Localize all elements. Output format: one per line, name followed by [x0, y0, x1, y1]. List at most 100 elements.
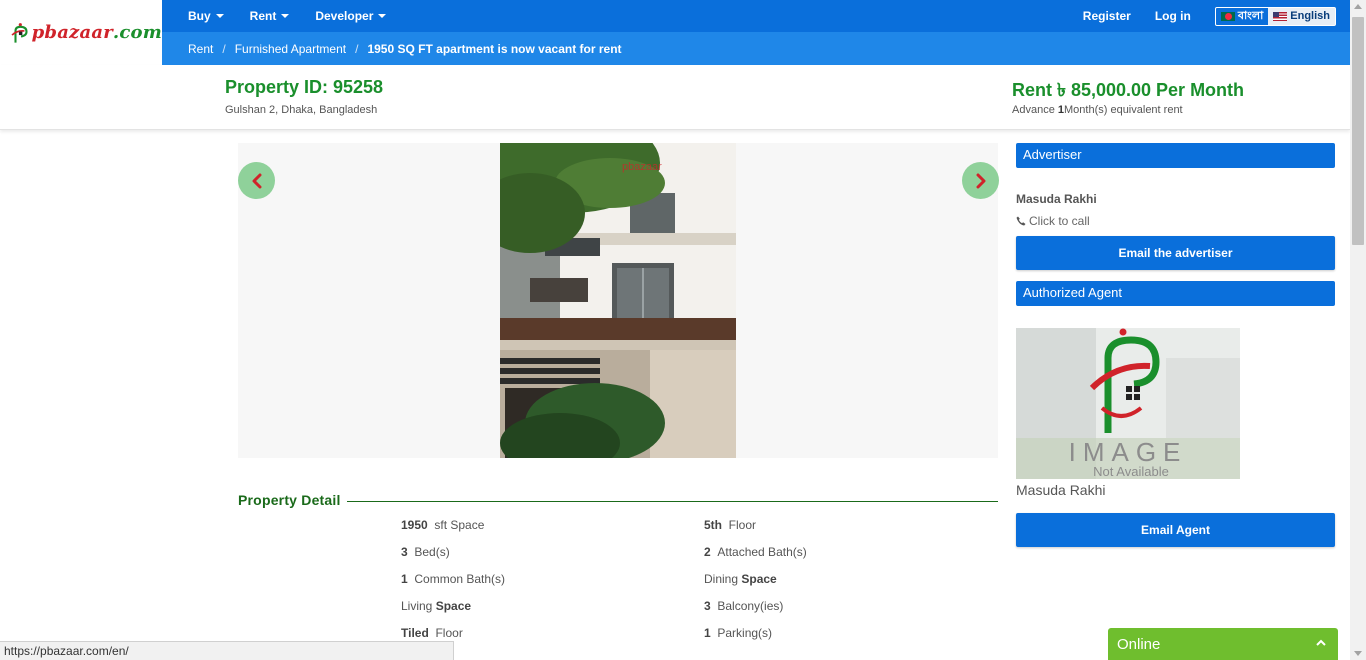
image-sublabel: Not Available — [1093, 464, 1169, 479]
nav-rent-dropdown[interactable]: Rent — [237, 0, 303, 32]
feature-label: sft Space — [434, 518, 485, 532]
click-to-call-link[interactable]: Click to call — [1016, 214, 1090, 228]
advertiser-heading: Advertiser — [1016, 143, 1335, 168]
nav-buy-label: Buy — [188, 9, 211, 23]
feature-value: 1 — [401, 572, 408, 586]
breadcrumb-rent[interactable]: Rent — [188, 42, 213, 56]
rent-price: Rent ৳ 85,000.00 Per Month — [1012, 80, 1245, 100]
lang-english-button[interactable]: English — [1268, 7, 1335, 25]
feature-value: 3 — [401, 545, 408, 559]
browser-status-url: https://pbazaar.com/en/ — [0, 641, 454, 660]
register-link[interactable]: Register — [1071, 9, 1143, 23]
property-detail-title: Property Detail — [238, 492, 341, 508]
advance-prefix: Advance — [1012, 104, 1058, 116]
authorized-agent-heading: Authorized Agent — [1016, 281, 1335, 306]
feature-attached-baths: 2 Attached Bath(s) — [704, 545, 807, 559]
feature-label: Bed(s) — [414, 545, 450, 559]
chevron-right-icon — [976, 173, 985, 188]
chevron-up-icon — [1316, 639, 1326, 646]
nav-developer-dropdown[interactable]: Developer — [302, 0, 399, 32]
scroll-down-arrow-icon[interactable] — [1354, 651, 1362, 656]
chevron-left-icon — [252, 173, 261, 188]
property-detail-heading: Property Detail — [238, 492, 998, 508]
feature-label: Attached Bath(s) — [717, 545, 807, 559]
chat-label: Online — [1117, 635, 1161, 653]
top-navbar: Buy Rent Developer Register Log in বাংলা… — [162, 0, 1350, 32]
property-id: Property ID: 95258 — [225, 77, 384, 97]
site-logo[interactable]: pbazaar.com — [0, 0, 162, 65]
page: pbazaar.com Buy Rent Developer Register … — [0, 0, 1366, 660]
building-photo-illustration: pbazaar — [500, 143, 736, 458]
house-logo-icon — [11, 22, 28, 43]
caret-down-icon — [281, 14, 290, 18]
language-switcher: বাংলা English — [1214, 6, 1336, 26]
feature-value: Tiled — [401, 626, 429, 640]
nav-right-group: Register Log in বাংলা English — [1071, 0, 1350, 32]
feature-label: Space — [435, 599, 472, 613]
scroll-up-arrow-icon[interactable] — [1354, 4, 1362, 9]
photo-watermark: pbazaar — [622, 161, 662, 173]
logo-text: pbazaar.com — [32, 22, 162, 43]
logo-text-suffix: .com — [112, 22, 162, 43]
feature-dining-space: Dining Space — [704, 572, 777, 586]
feature-living-space: Living Space — [401, 599, 471, 613]
feature-balconies: 3 Balcony(ies) — [704, 599, 783, 613]
feature-label: Floor — [728, 518, 757, 532]
heading-divider — [346, 500, 998, 502]
feature-label: Floor — [435, 626, 463, 640]
feature-value: 5th — [704, 518, 722, 532]
advance-info: Advance 1Month(s) equivalent rent — [1012, 104, 1183, 116]
nav-developer-label: Developer — [315, 9, 374, 23]
feature-beds: 3 Bed(s) — [401, 545, 450, 559]
nav-buy-dropdown[interactable]: Buy — [162, 0, 237, 32]
feature-value: 1 — [704, 626, 711, 640]
nav-rent-label: Rent — [249, 9, 277, 23]
phone-icon — [1016, 216, 1026, 226]
advertiser-name: Masuda Rakhi — [1016, 192, 1097, 206]
breadcrumb-current: 1950 SQ FT apartment is now vacant for r… — [367, 41, 622, 56]
email-advertiser-button[interactable]: Email the advertiser — [1016, 236, 1335, 270]
feature-label: Parking(s) — [717, 626, 773, 640]
feature-value: 2 — [704, 545, 711, 559]
feature-value: 1950 — [401, 518, 428, 532]
us-flag-icon — [1273, 11, 1288, 21]
feature-label: Balcony(ies) — [717, 599, 784, 613]
breadcrumb-separator: / — [222, 41, 226, 56]
lang-bangla-label: বাংলা — [1237, 9, 1264, 22]
logo-text-main: pbazaar — [31, 22, 113, 43]
email-agent-button[interactable]: Email Agent — [1016, 513, 1335, 547]
feature-parking: 1 Parking(s) — [704, 626, 772, 640]
feature-value: Living — [401, 599, 433, 613]
caret-down-icon — [378, 14, 387, 18]
lang-bangla-button[interactable]: বাংলা — [1215, 7, 1269, 25]
bangladesh-flag-icon — [1220, 11, 1235, 21]
agent-image-placeholder: IMAGE Not Available — [1016, 328, 1240, 479]
gallery-prev-button[interactable] — [238, 162, 275, 199]
page-scrollbar[interactable] — [1350, 0, 1366, 660]
feature-value: Dining — [704, 572, 739, 586]
property-location: Gulshan 2, Dhaka, Bangladesh — [225, 104, 378, 116]
feature-floor-level: 5th Floor — [704, 518, 756, 532]
feature-label: Space — [741, 572, 777, 586]
advance-suffix: Month(s) equivalent rent — [1064, 104, 1183, 116]
image-not-available-icon: IMAGE Not Available — [1016, 328, 1240, 479]
feature-value: 3 — [704, 599, 711, 613]
online-chat-widget[interactable]: Online — [1108, 628, 1338, 660]
agent-name: Masuda Rakhi — [1016, 482, 1106, 498]
click-to-call-label: Click to call — [1029, 214, 1090, 228]
image-label: IMAGE — [1069, 437, 1188, 467]
breadcrumb: Rent / Furnished Apartment / 1950 SQ FT … — [162, 32, 1350, 65]
scrollbar-thumb[interactable] — [1352, 17, 1364, 245]
feature-space: 1950 sft Space — [401, 518, 484, 532]
login-link[interactable]: Log in — [1143, 9, 1203, 23]
breadcrumb-separator: / — [355, 41, 359, 56]
photo-gallery: pbazaar — [238, 143, 998, 458]
property-photo[interactable]: pbazaar — [500, 143, 736, 458]
feature-label: Common Bath(s) — [414, 572, 506, 586]
gallery-next-button[interactable] — [962, 162, 999, 199]
feature-floor-type: Tiled Floor — [401, 626, 463, 640]
feature-common-baths: 1 Common Bath(s) — [401, 572, 505, 586]
lang-english-label: English — [1290, 10, 1330, 22]
caret-down-icon — [215, 14, 224, 18]
breadcrumb-furnished-apartment[interactable]: Furnished Apartment — [235, 42, 346, 56]
